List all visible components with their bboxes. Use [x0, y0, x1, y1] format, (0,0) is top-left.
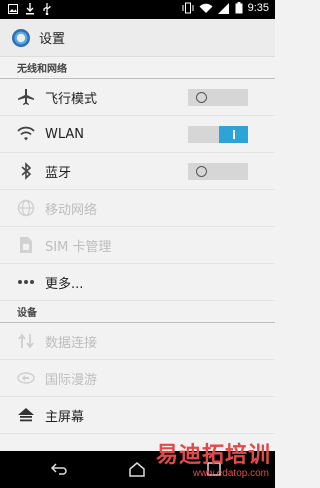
page-title: 设置 — [39, 32, 66, 47]
usb-icon — [43, 3, 51, 15]
status-bar: 9:35 — [0, 0, 275, 19]
status-time: 9:35 — [247, 2, 269, 14]
toggle-knob — [196, 166, 207, 177]
settings-row-sim-management[interactable]: SIM 卡管理 — [0, 227, 275, 264]
settings-row-more[interactable]: 更多... — [0, 264, 275, 301]
data-arrows-icon — [17, 332, 35, 350]
back-icon[interactable] — [50, 461, 68, 477]
settings-row-home-screen[interactable]: 主屏幕 — [0, 397, 275, 434]
wlan-toggle[interactable] — [188, 126, 248, 143]
settings-row-wlan[interactable]: WLAN — [0, 116, 275, 153]
settings-row-label: 主屏幕 — [45, 409, 85, 425]
settings-row-airplane-mode[interactable]: 飞行模式 — [0, 79, 275, 116]
airplane-icon — [17, 88, 35, 106]
recent-apps-icon[interactable] — [205, 461, 223, 477]
settings-row-label: 更多... — [45, 276, 84, 292]
settings-row-data-connection[interactable]: 数据连接 — [0, 323, 275, 360]
notification-icons — [8, 3, 52, 15]
navigation-bar — [0, 451, 275, 488]
settings-row-label: WLAN — [45, 126, 85, 142]
toggle-knob — [196, 92, 207, 103]
section-header-device: 设备 — [0, 301, 275, 323]
roaming-icon — [17, 369, 35, 387]
toggle-on-indicator — [233, 130, 235, 139]
settings-row-mobile-network[interactable]: 移动网络 — [0, 190, 275, 227]
bluetooth-icon — [17, 162, 35, 180]
airplane-mode-toggle[interactable] — [188, 89, 248, 106]
settings-row-international-roaming[interactable]: 国际漫游 — [0, 360, 275, 397]
wifi-icon — [17, 125, 35, 143]
download-icon — [26, 3, 34, 15]
sim-card-icon — [17, 236, 35, 254]
more-dots-icon — [17, 273, 35, 291]
home-nav-icon[interactable] — [128, 461, 146, 477]
settings-row-bluetooth[interactable]: 蓝牙 — [0, 153, 275, 190]
photo-icon — [8, 4, 18, 14]
settings-row-label: SIM 卡管理 — [45, 239, 112, 255]
system-icons: 9:35 — [182, 2, 269, 14]
settings-row-label: 国际漫游 — [45, 372, 98, 388]
settings-row-label: 数据连接 — [45, 335, 98, 351]
wifi-signal-icon — [199, 3, 213, 13]
settings-row-label: 移动网络 — [45, 202, 98, 218]
battery-icon — [235, 2, 243, 14]
globe-icon — [17, 199, 35, 217]
settings-list: 无线和网络 飞行模式 WLAN 蓝牙 移动网络 SIM 卡管理 更多... 设备… — [0, 57, 275, 434]
cellular-signal-icon — [217, 2, 229, 14]
section-header-wireless: 无线和网络 — [0, 57, 275, 79]
settings-row-label: 飞行模式 — [45, 91, 98, 107]
bluetooth-toggle[interactable] — [188, 163, 248, 180]
settings-row-label: 蓝牙 — [45, 165, 72, 181]
app-bar: 设置 — [0, 19, 275, 57]
vibrate-icon — [182, 2, 194, 14]
home-icon — [17, 406, 35, 424]
settings-logo-icon[interactable] — [11, 28, 31, 48]
